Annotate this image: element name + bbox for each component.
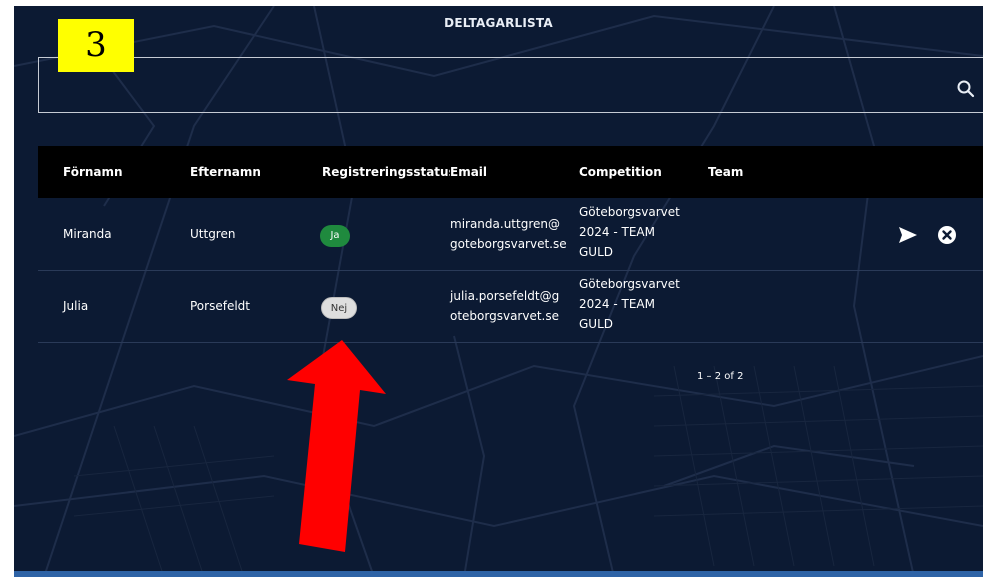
competition-line: GULD (579, 245, 614, 259)
page-title: DELTAGARLISTA (444, 16, 553, 30)
table-row: Miranda Uttgren Ja miranda.uttgren@ gote… (38, 199, 983, 271)
email-line: oteborgsvarvet.se (450, 309, 560, 323)
competition-line: 2024 - TEAM (579, 297, 655, 311)
pagination-range: 1 – 2 of 2 (697, 371, 744, 382)
competition-line: Göteborgsvarvet (579, 205, 680, 219)
header-competition[interactable]: Competition (579, 146, 662, 198)
status-badge[interactable]: Nej (321, 297, 357, 319)
footer-band (14, 571, 983, 577)
table-row: Julia Porsefeldt Nej julia.porsefeldt@g … (38, 271, 983, 343)
email-line: julia.porsefeldt@g (450, 289, 560, 303)
app-window: DELTAGARLISTA Förnamn Efternamn Registre… (14, 6, 983, 577)
email-line: miranda.uttgren@ (450, 217, 560, 231)
search-input[interactable] (38, 57, 983, 113)
send-icon[interactable] (897, 224, 919, 246)
cell-competition: Göteborgsvarvet 2024 - TEAM GULD (579, 274, 680, 334)
cell-last-name: Porsefeldt (190, 299, 250, 313)
competition-line: GULD (579, 317, 614, 331)
header-email[interactable]: Email (450, 146, 487, 198)
cell-first-name: Julia (63, 299, 89, 313)
status-badge: Ja (320, 225, 350, 247)
annotation-number-badge: 3 (58, 19, 134, 72)
cell-last-name: Uttgren (190, 227, 236, 241)
header-fornamn[interactable]: Förnamn (63, 146, 123, 198)
competition-line: Göteborgsvarvet (579, 277, 680, 291)
cancel-icon[interactable] (936, 224, 958, 246)
header-team[interactable]: Team (708, 146, 743, 198)
table-header: Förnamn Efternamn Registreringsstatus Em… (38, 146, 983, 198)
cell-competition: Göteborgsvarvet 2024 - TEAM GULD (579, 202, 680, 262)
header-efternamn[interactable]: Efternamn (190, 146, 261, 198)
cell-email: julia.porsefeldt@g oteborgsvarvet.se (450, 286, 559, 326)
search-icon[interactable] (956, 79, 976, 99)
annotation-arrow-icon (287, 340, 386, 552)
competition-line: 2024 - TEAM (579, 225, 655, 239)
cell-email: miranda.uttgren@ goteborgsvarvet.se (450, 214, 567, 254)
header-registreringsstatus[interactable]: Registreringsstatus (322, 146, 450, 198)
email-line: goteborgsvarvet.se (450, 237, 567, 251)
cell-first-name: Miranda (63, 227, 112, 241)
